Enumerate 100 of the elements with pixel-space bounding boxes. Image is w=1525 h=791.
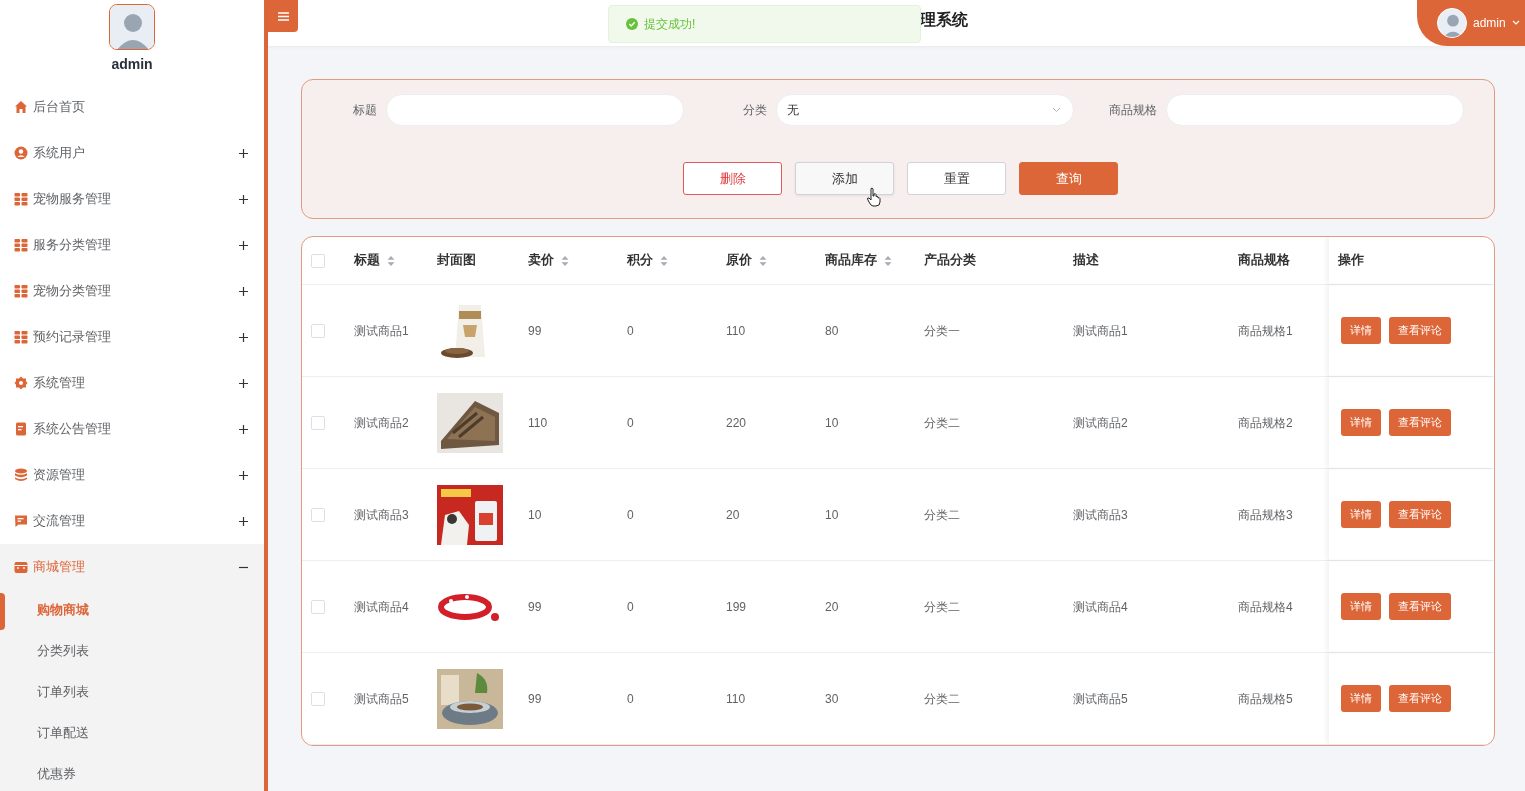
action-button[interactable]: 查询: [1019, 162, 1118, 195]
row-action-button[interactable]: 详情: [1341, 593, 1381, 620]
grid-icon: [14, 330, 28, 344]
table-cell-text: 分类二: [924, 506, 960, 524]
checkbox[interactable]: [311, 253, 325, 268]
table-cell-text: 测试商品4: [1073, 598, 1128, 616]
user-menu[interactable]: admin: [1417, 0, 1525, 46]
row-action-button[interactable]: 查看评论: [1389, 409, 1451, 436]
table-cell-text: 110: [726, 690, 746, 708]
table-cell-text: 20: [726, 506, 740, 524]
table-cell-text: 商品规格2: [1238, 414, 1293, 432]
expand-icon[interactable]: [239, 378, 248, 388]
row-action-button[interactable]: 查看评论: [1389, 317, 1451, 344]
home-icon: [14, 100, 28, 114]
chevron-down-icon: [1511, 20, 1520, 26]
menu-item[interactable]: 后台首页: [0, 84, 264, 130]
table-cell-text: 10: [528, 506, 542, 524]
grid-icon: [14, 284, 28, 298]
row-action-button[interactable]: 查看评论: [1389, 501, 1451, 528]
submenu-item[interactable]: 订单列表: [37, 683, 89, 702]
expand-icon[interactable]: [239, 286, 248, 296]
submenu-item[interactable]: 购物商城: [37, 601, 89, 620]
app-title: 理系统: [920, 10, 968, 30]
sort-icon[interactable]: [884, 254, 892, 267]
row-action-button[interactable]: 详情: [1341, 501, 1381, 528]
row-action-button[interactable]: 查看评论: [1389, 593, 1451, 620]
checkbox[interactable]: [311, 599, 325, 614]
success-toast: 提交成功!: [608, 5, 921, 43]
menu-item[interactable]: 服务分类管理: [0, 222, 264, 268]
store-icon: [14, 560, 28, 574]
sort-icon[interactable]: [660, 254, 668, 267]
menu-item[interactable]: 宠物分类管理: [0, 268, 264, 314]
table-cell-text: 0: [627, 690, 634, 708]
table-cell-text: 220: [726, 414, 747, 432]
table-cell-text: 110: [726, 322, 746, 340]
table-cell-text: 分类一: [924, 322, 960, 340]
row-action-button[interactable]: 详情: [1341, 685, 1381, 712]
row-action-button[interactable]: 详情: [1341, 409, 1381, 436]
expand-icon[interactable]: [239, 424, 248, 434]
menu-item[interactable]: 系统用户: [0, 130, 264, 176]
column-header[interactable]: 卖价: [528, 251, 569, 270]
menu-item[interactable]: 商城管理: [0, 544, 264, 590]
table-cell-text: 0: [627, 414, 634, 432]
action-button[interactable]: 删除: [683, 162, 782, 195]
menu-item[interactable]: 系统管理: [0, 360, 264, 406]
menu-icon: [277, 11, 289, 21]
table-cell-text: 测试商品5: [1073, 690, 1128, 708]
row-action-button[interactable]: 查看评论: [1389, 685, 1451, 712]
menu-button[interactable]: [268, 0, 298, 32]
expand-icon[interactable]: [239, 194, 248, 204]
column-header[interactable]: 标题: [354, 251, 395, 270]
checkbox[interactable]: [311, 507, 325, 522]
column-header: 产品分类: [924, 252, 976, 270]
table-cell-text: 110: [528, 414, 548, 432]
table-cell-text: 10: [825, 414, 839, 432]
action-button[interactable]: 重置: [907, 162, 1006, 195]
table-cell-text: 99: [528, 322, 542, 340]
sort-icon[interactable]: [561, 254, 569, 267]
sort-icon[interactable]: [387, 254, 395, 267]
table-cell-text: 30: [825, 690, 839, 708]
expand-icon[interactable]: [239, 516, 248, 526]
table-cell-text: 99: [528, 690, 542, 708]
avatar: [110, 5, 154, 49]
expand-icon[interactable]: [239, 470, 248, 480]
table-cell-text: 99: [528, 598, 542, 616]
column-header: 封面图: [437, 252, 476, 270]
column-header[interactable]: 商品库存: [825, 251, 892, 270]
table-cell-text: 10: [825, 506, 839, 524]
submenu-item[interactable]: 优惠券: [37, 765, 76, 784]
checkbox[interactable]: [311, 415, 325, 430]
menu-item[interactable]: 交流管理: [0, 498, 264, 544]
row-action-button[interactable]: 详情: [1341, 317, 1381, 344]
submenu-item[interactable]: 订单配送: [37, 724, 89, 743]
table-cell-text: 0: [627, 506, 634, 524]
menu-item[interactable]: 系统公告管理: [0, 406, 264, 452]
menu-item[interactable]: 宠物服务管理: [0, 176, 264, 222]
sort-icon[interactable]: [759, 254, 767, 267]
avatar: [1438, 9, 1466, 37]
select-field[interactable]: 无: [776, 94, 1074, 126]
expand-icon[interactable]: [239, 240, 248, 250]
column-header[interactable]: 原价: [726, 251, 767, 270]
document-icon: [14, 422, 28, 436]
user-name: admin: [111, 56, 153, 72]
column-header: 操作: [1338, 252, 1364, 270]
expand-icon[interactable]: [239, 332, 248, 342]
expand-icon[interactable]: [239, 148, 248, 158]
checkbox[interactable]: [311, 691, 325, 706]
user-icon: [14, 146, 28, 160]
table-cell-text: 20: [825, 598, 839, 616]
grid-icon: [14, 192, 28, 206]
table-cell-text: 分类二: [924, 598, 960, 616]
column-header[interactable]: 积分: [627, 251, 668, 270]
checkbox[interactable]: [311, 323, 325, 338]
menu-item[interactable]: 预约记录管理: [0, 314, 264, 360]
menu-item[interactable]: 资源管理: [0, 452, 264, 498]
check-circle-icon: [626, 18, 638, 30]
submenu-item[interactable]: 分类列表: [37, 642, 89, 661]
table-cell-text: 商品规格3: [1238, 506, 1293, 524]
field-label: 商品规格: [1109, 102, 1157, 119]
column-header: 描述: [1073, 252, 1099, 270]
